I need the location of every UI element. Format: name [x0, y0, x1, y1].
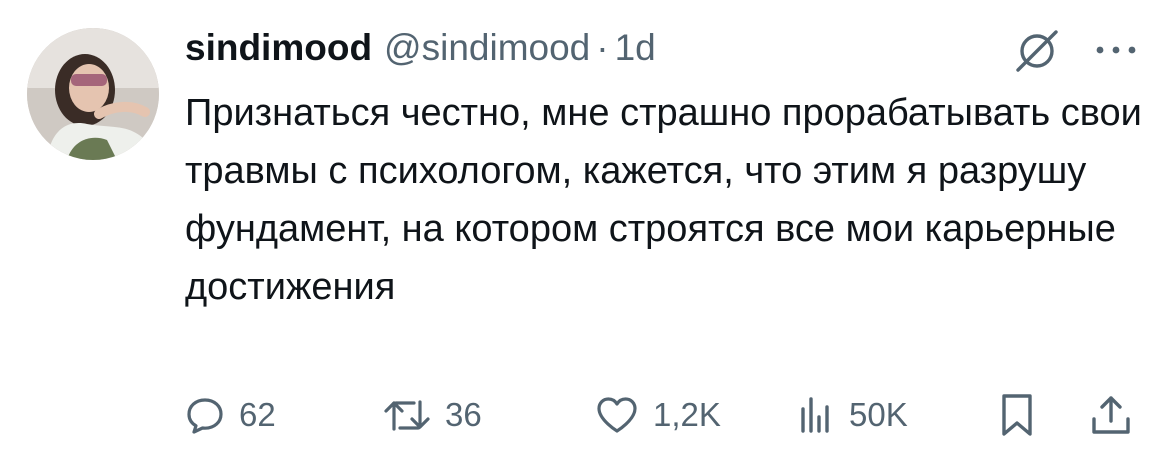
tweet-header: sindimood @sindimood · 1d	[185, 20, 656, 76]
bookmark-icon	[1002, 394, 1032, 436]
display-name[interactable]: sindimood	[185, 27, 372, 69]
reply-count: 62	[239, 396, 276, 433]
timestamp[interactable]: 1d	[615, 27, 656, 69]
bookmark-button[interactable]	[997, 385, 1037, 445]
repost-button[interactable]: 36	[383, 385, 482, 445]
like-count: 1,2K	[653, 396, 721, 433]
share-button[interactable]	[1089, 385, 1133, 445]
action-bar: 62 36 1,2K 50K	[185, 385, 1145, 445]
more-icon[interactable]	[1090, 30, 1142, 70]
tweet[interactable]: sindimood @sindimood · 1d Признаться чес…	[0, 0, 1170, 473]
user-handle[interactable]: @sindimood	[384, 27, 590, 69]
grok-icon[interactable]	[1012, 26, 1062, 76]
like-icon	[597, 397, 637, 433]
avatar-image	[27, 28, 159, 160]
repost-icon	[384, 400, 430, 431]
tweet-text: Признаться честно, мне страшно прорабаты…	[185, 92, 1142, 308]
repost-count: 36	[445, 396, 482, 433]
like-button[interactable]: 1,2K	[595, 385, 721, 445]
separator-dot: ·	[596, 27, 609, 68]
views-icon	[801, 397, 829, 433]
avatar[interactable]	[27, 28, 159, 160]
reply-button[interactable]: 62	[185, 385, 276, 445]
views-count: 50K	[849, 396, 908, 433]
views-button[interactable]: 50K	[795, 385, 908, 445]
share-icon	[1092, 396, 1130, 434]
reply-icon	[187, 398, 223, 434]
